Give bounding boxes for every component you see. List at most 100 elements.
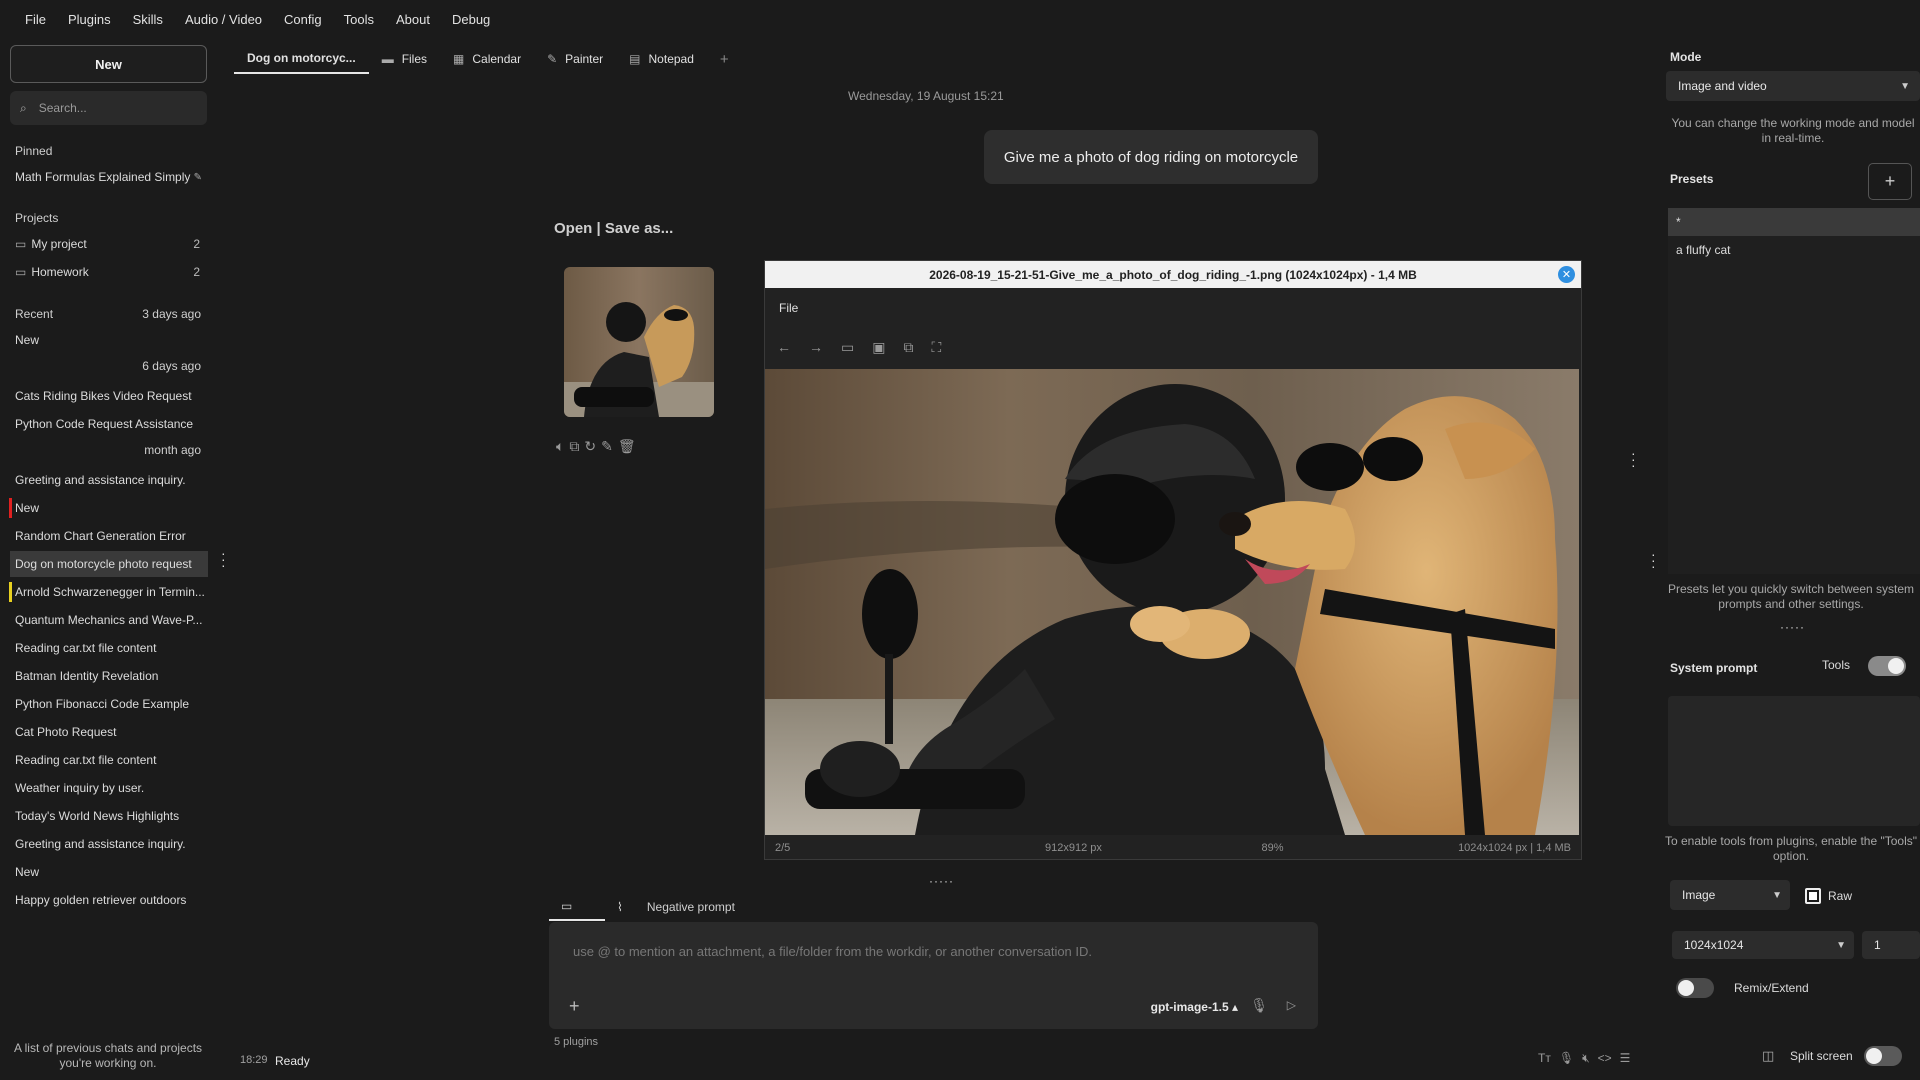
remix-toggle[interactable]	[1676, 978, 1714, 998]
sidebar-splitter[interactable]: · · ·	[221, 546, 226, 572]
open-save-links[interactable]: Open | Save as...	[554, 220, 673, 237]
list-item[interactable]: Today's World News Highlights	[10, 803, 208, 829]
close-icon[interactable]: ✕	[1558, 266, 1575, 283]
presets-splitter[interactable]: ·····	[1780, 620, 1805, 634]
plugins-count[interactable]: 5 plugins	[554, 1036, 598, 1048]
count-input[interactable]: 1	[1862, 931, 1920, 959]
status-icons: Tт 🎙︎ 🔇︎ <> ☰	[1538, 1051, 1630, 1066]
list-item[interactable]: Reading car.txt file content	[10, 635, 208, 661]
viewer-file-menu[interactable]: File	[779, 301, 798, 315]
regenerate-icon[interactable]: ↻	[584, 438, 596, 455]
fullscreen-icon[interactable]: ⛶	[931, 339, 941, 356]
list-item-active[interactable]: Dog on motorcycle photo request	[10, 551, 208, 577]
size-value: 1024x1024	[1684, 938, 1744, 952]
tab-input[interactable]: ▭	[549, 893, 605, 921]
chevron-down-icon: ▼	[1772, 889, 1782, 901]
raw-checkbox[interactable]	[1805, 888, 1821, 904]
add-tab-label: +	[719, 50, 729, 68]
tab-calendar[interactable]: ▦ Calendar	[440, 44, 534, 74]
panel-splitter[interactable]: · · ·	[1651, 547, 1656, 573]
arrow-right-icon[interactable]: →	[809, 339, 823, 356]
save-icon[interactable]: ▣	[872, 339, 885, 356]
tab-dog-on-motorcycle[interactable]: Dog on motorcyc...	[234, 44, 369, 74]
list-item[interactable]: Quantum Mechanics and Wave-P...	[10, 607, 208, 633]
preset-item-fluffy-cat[interactable]: a fluffy cat	[1668, 236, 1920, 264]
tools-toggle[interactable]	[1868, 656, 1906, 676]
menu-skills[interactable]: Skills	[122, 12, 174, 27]
viewer-image[interactable]	[765, 369, 1579, 835]
mode-select[interactable]: Image and video ▼	[1666, 71, 1920, 101]
list-item[interactable]: Cat Photo Request	[10, 719, 208, 745]
list-item[interactable]: Python Code Request Assistance	[10, 411, 208, 437]
list-item[interactable]: New	[10, 327, 208, 353]
tab-label: Files	[401, 52, 428, 66]
code-icon[interactable]: <>	[1598, 1051, 1612, 1066]
list-item[interactable]: Arnold Schwarzenegger in Termin...	[10, 579, 208, 605]
list-item[interactable]: Cats Riding Bikes Video Request	[10, 383, 208, 409]
project-label: My project	[31, 237, 87, 251]
mute-icon[interactable]: 🔇︎	[1582, 1051, 1590, 1066]
prompt-placeholder: use @ to mention an attachment, a file/f…	[573, 944, 1093, 959]
menu-config[interactable]: Config	[273, 12, 333, 27]
preset-item-default[interactable]: *	[1668, 208, 1920, 236]
pin-icon: ✎	[193, 171, 202, 183]
list-item[interactable]: Greeting and assistance inquiry.	[10, 831, 208, 857]
chat-menu-icon[interactable]: · · ·	[1631, 446, 1636, 472]
database-icon[interactable]: ☰	[1620, 1051, 1631, 1066]
menu-audio-video[interactable]: Audio / Video	[174, 12, 273, 27]
list-item[interactable]: New	[10, 859, 208, 885]
menu-tools[interactable]: Tools	[333, 12, 385, 27]
copy-icon[interactable]: ⧉	[903, 339, 913, 356]
input-splitter[interactable]: ·····	[929, 874, 954, 888]
image-type-select[interactable]: Image ▼	[1670, 880, 1790, 910]
list-item[interactable]: Reading car.txt file content	[10, 747, 208, 773]
new-chat-button[interactable]: New	[10, 45, 207, 83]
folder-icon[interactable]: ▭	[841, 339, 854, 356]
chevron-down-icon: ▼	[1900, 80, 1910, 92]
list-item[interactable]: New	[10, 495, 208, 521]
search-input[interactable]: ⌕ Search...	[10, 91, 207, 125]
microphone-icon[interactable]: 🎙︎	[1250, 997, 1268, 1014]
tab-painter[interactable]: ✎ Painter	[534, 44, 616, 74]
copy-icon[interactable]: ⧉	[569, 438, 579, 455]
system-prompt-input[interactable]	[1668, 696, 1920, 826]
image-viewer-window: 2026-08-19_15-21-51-Give_me_a_photo_of_d…	[764, 260, 1582, 860]
prompt-input[interactable]: use @ to mention an attachment, a file/f…	[549, 922, 1318, 1029]
edit-icon[interactable]: ✎	[601, 438, 613, 455]
list-item[interactable]: Python Fibonacci Code Example	[10, 691, 208, 717]
tab-notepad[interactable]: ▤ Notepad	[616, 44, 707, 74]
text-size-icon[interactable]: Tт	[1538, 1051, 1551, 1066]
split-screen-toggle[interactable]	[1864, 1046, 1902, 1066]
menu-plugins[interactable]: Plugins	[57, 12, 122, 27]
menu-about[interactable]: About	[385, 12, 441, 27]
arrow-left-icon[interactable]: ←	[777, 339, 791, 356]
trash-icon[interactable]: 🗑︎	[618, 438, 636, 455]
menu-file[interactable]: File	[14, 12, 57, 27]
send-icon[interactable]: ▷	[1287, 998, 1296, 1012]
recent-header: Recent	[15, 307, 54, 321]
list-item[interactable]: Happy golden retriever outdoors	[10, 887, 208, 913]
list-item[interactable]: Batman Identity Revelation	[10, 663, 208, 689]
raw-label: Raw	[1828, 889, 1853, 903]
image-thumbnail[interactable]	[564, 267, 714, 417]
project-my-project[interactable]: ▭ My project 2	[10, 231, 208, 257]
brush-icon: ✎	[547, 52, 558, 66]
size-select[interactable]: 1024x1024 ▼	[1672, 931, 1854, 959]
pinned-item[interactable]: Math Formulas Explained Simply ✎	[10, 164, 208, 190]
calendar-icon: ▦	[453, 52, 465, 66]
presets-note: Presets let you quickly switch between s…	[1667, 582, 1915, 611]
plus-icon[interactable]: +	[569, 996, 580, 1017]
add-preset-button[interactable]: +	[1868, 163, 1912, 200]
list-item[interactable]: Weather inquiry by user.	[10, 775, 208, 801]
project-homework[interactable]: ▭ Homework 2	[10, 259, 208, 285]
add-tab-button[interactable]: +	[707, 44, 742, 74]
speaker-icon[interactable]: 🔈︎	[556, 438, 564, 455]
menu-debug[interactable]: Debug	[441, 12, 501, 27]
list-item[interactable]: Greeting and assistance inquiry.	[10, 467, 208, 493]
model-selector[interactable]: gpt-image-1.5 ▴	[1151, 1000, 1238, 1014]
list-item[interactable]: Random Chart Generation Error	[10, 523, 208, 549]
microphone-icon[interactable]: 🎙︎	[1559, 1051, 1574, 1066]
tab-negative-prompt[interactable]: Negative prompt	[635, 893, 747, 921]
tab-attachments[interactable]: ⌇	[605, 893, 635, 921]
tab-files[interactable]: ▬ Files	[369, 44, 440, 74]
